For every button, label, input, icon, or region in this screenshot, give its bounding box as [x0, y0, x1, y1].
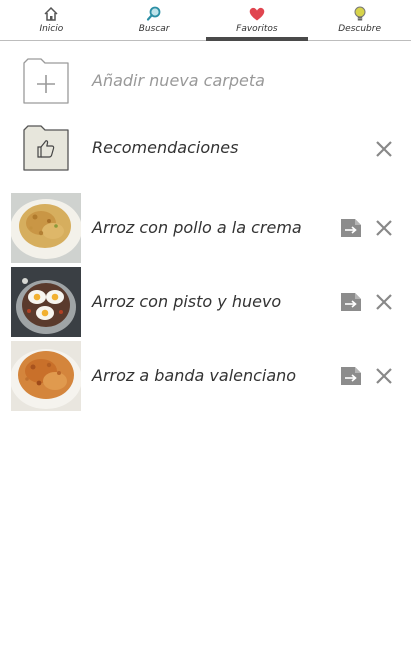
heart-icon [249, 7, 265, 21]
move-to-folder-icon[interactable] [341, 293, 361, 311]
tab-descubre[interactable]: Descubre [308, 0, 411, 40]
add-folder-row[interactable]: Añadir nueva carpeta [0, 56, 411, 106]
tab-favoritos[interactable]: Favoritos [205, 0, 309, 41]
remove-folder-button[interactable] [375, 140, 393, 158]
move-to-folder-icon[interactable] [341, 219, 361, 237]
tab-bar: Inicio Buscar Favoritos Descubre [0, 0, 411, 41]
recipe-row[interactable]: Arroz a banda valenciano [0, 341, 411, 411]
arroz-con-pollo-photo [11, 193, 81, 263]
recipe-row[interactable]: Arroz con pollo a la crema [0, 193, 411, 263]
recommendations-label: Recomendaciones [92, 138, 239, 157]
recipe-title: Arroz con pisto y huevo [92, 292, 282, 311]
arroz-a-banda-photo [11, 341, 81, 411]
remove-recipe-button[interactable] [375, 293, 393, 311]
tab-label: Descubre [338, 24, 381, 34]
recipe-title: Arroz a banda valenciano [92, 366, 297, 385]
search-icon [147, 6, 161, 21]
arroz-con-pisto-photo [11, 267, 81, 337]
recipe-row[interactable]: Arroz con pisto y huevo [0, 267, 411, 337]
tab-buscar[interactable]: Buscar [103, 0, 206, 40]
remove-recipe-button[interactable] [375, 367, 393, 385]
tab-label: Inicio [39, 24, 64, 34]
recommendations-folder-row[interactable]: Recomendaciones [0, 124, 411, 174]
lightbulb-icon [354, 6, 366, 21]
remove-recipe-button[interactable] [375, 219, 393, 237]
thumbs-up-folder-icon [23, 125, 69, 171]
tab-label: Favoritos [236, 24, 278, 34]
move-to-folder-icon[interactable] [341, 367, 361, 385]
add-folder-icon [23, 58, 69, 104]
add-folder-label: Añadir nueva carpeta [92, 71, 265, 90]
tab-inicio[interactable]: Inicio [0, 0, 103, 40]
recipe-title: Arroz con pollo a la crema [92, 218, 302, 237]
tab-label: Buscar [138, 24, 170, 34]
home-icon [44, 6, 58, 21]
